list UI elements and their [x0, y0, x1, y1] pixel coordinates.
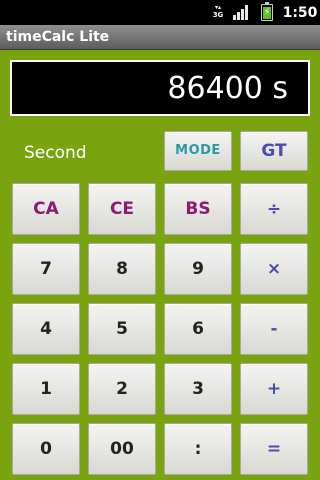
battery-charging-icon: ⚡ — [261, 2, 273, 21]
digit-2-button[interactable]: 2 — [88, 363, 156, 415]
clock: 1:50 — [282, 5, 318, 21]
digit-6-button[interactable]: 6 — [164, 303, 232, 355]
calculator-body: 86400 s Second MODE GT CA CE BS ÷ 7 8 9 … — [0, 50, 320, 480]
multiply-button[interactable]: × — [240, 243, 308, 295]
digit-4-button[interactable]: 4 — [12, 303, 80, 355]
digit-9-button[interactable]: 9 — [164, 243, 232, 295]
gt-button[interactable]: GT — [240, 131, 308, 171]
network-label: 3G — [212, 11, 224, 19]
digit-7-button[interactable]: 7 — [12, 243, 80, 295]
display-value: 86400 s — [167, 71, 288, 106]
digit-0-button[interactable]: 0 — [12, 423, 80, 475]
mode-button[interactable]: MODE — [164, 131, 232, 171]
colon-button[interactable]: : — [164, 423, 232, 475]
app-title: timeCalc Lite — [6, 29, 110, 45]
3g-network-icon: ▾▴ 3G — [212, 4, 224, 19]
divide-button[interactable]: ÷ — [240, 183, 308, 235]
result-display: 86400 s — [10, 60, 310, 116]
equals-button[interactable]: = — [240, 423, 308, 475]
status-bar: ▾▴ 3G ⚡ 1:50 — [0, 0, 320, 25]
unit-mode-label: Second — [24, 143, 87, 163]
charging-bolt-icon: ⚡ — [263, 7, 271, 18]
digit-8-button[interactable]: 8 — [88, 243, 156, 295]
clear-entry-button[interactable]: CE — [88, 183, 156, 235]
digit-3-button[interactable]: 3 — [164, 363, 232, 415]
signal-bars-icon — [233, 5, 251, 20]
plus-button[interactable]: + — [240, 363, 308, 415]
backspace-button[interactable]: BS — [164, 183, 232, 235]
clear-all-button[interactable]: CA — [12, 183, 80, 235]
minus-button[interactable]: - — [240, 303, 308, 355]
double-zero-button[interactable]: 00 — [88, 423, 156, 475]
digit-5-button[interactable]: 5 — [88, 303, 156, 355]
digit-1-button[interactable]: 1 — [12, 363, 80, 415]
title-bar: timeCalc Lite — [0, 25, 320, 50]
